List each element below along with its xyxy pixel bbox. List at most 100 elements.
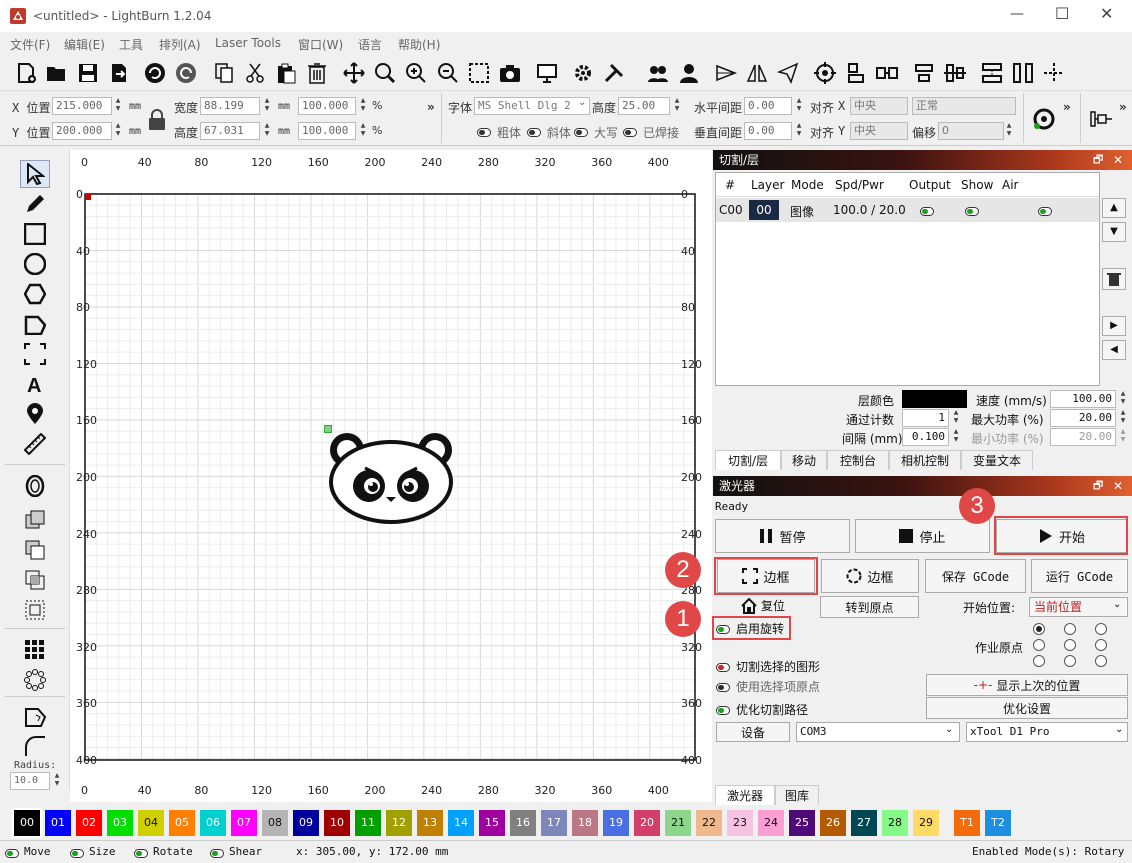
passes-input[interactable]: 1 [902, 409, 949, 427]
row-layer-swatch[interactable]: 00 [749, 200, 779, 220]
stop-button[interactable]: 停止 [855, 519, 990, 553]
open-file-icon[interactable] [44, 61, 68, 85]
circle-frame-button[interactable]: 边框 [821, 559, 919, 593]
v-spacing-spin[interactable]: ▲ ▼ [794, 122, 804, 140]
italic-toggle[interactable] [527, 125, 541, 139]
select-tool-icon[interactable] [20, 160, 50, 188]
width-input[interactable]: 88.199 [200, 97, 260, 115]
undo-icon[interactable] [143, 61, 167, 85]
pentagon-tool-icon[interactable] [20, 310, 50, 338]
h-spacing-spin[interactable]: ▲ ▼ [794, 97, 804, 115]
pause-button[interactable]: 暂停 [715, 519, 850, 553]
height-spin[interactable]: ▲ ▼ [262, 122, 272, 140]
redo-icon[interactable] [174, 61, 198, 85]
menu-tools[interactable]: 工具 [119, 36, 143, 53]
position-tool-icon[interactable] [20, 400, 50, 428]
menu-file[interactable]: 文件(F) [10, 36, 50, 53]
layer-color-swatch[interactable] [902, 390, 967, 408]
rotary-icon[interactable] [1032, 107, 1056, 131]
panda-image[interactable] [327, 430, 455, 524]
min-power-input[interactable]: 20.00 [1050, 428, 1116, 446]
origin-radio-mc[interactable] [1064, 639, 1076, 651]
expand-rotary-icon[interactable]: » [1063, 100, 1071, 114]
row-air-toggle[interactable] [1038, 204, 1052, 218]
start-from-dropdown-icon[interactable]: ⌄ [1113, 599, 1121, 610]
align-x-select[interactable]: 中央 [850, 97, 908, 115]
palette-swatch-11[interactable]: 11 [355, 810, 381, 836]
row-output-toggle[interactable] [920, 204, 934, 218]
menu-laser-tools[interactable]: Laser Tools [215, 36, 281, 50]
paste-icon[interactable] [274, 61, 298, 85]
space-h-icon[interactable] [980, 61, 1004, 85]
device-select[interactable]: xTool D1 Pro [966, 722, 1128, 742]
speed-spin[interactable]: ▲ ▼ [1118, 390, 1128, 408]
font-height-spin[interactable]: ▲ ▼ [672, 97, 682, 115]
table-row[interactable]: C00 00 图像 100.0 / 20.0 [716, 198, 1099, 222]
delete-layer-button[interactable] [1102, 268, 1126, 290]
save-gcode-button[interactable]: 保存 GCode [925, 559, 1026, 593]
height-input[interactable]: 67.031 [200, 122, 260, 140]
upper-toggle[interactable] [574, 125, 588, 139]
radius-input[interactable]: 10.0 [10, 772, 50, 790]
send-icon[interactable] [776, 61, 800, 85]
origin-radio-mr[interactable] [1095, 639, 1107, 651]
expand-props-icon[interactable]: » [427, 100, 435, 114]
scale-w-spin[interactable]: ▲ ▼ [358, 97, 368, 115]
move-down-button[interactable]: ▼ [1102, 222, 1126, 242]
x-spin[interactable]: ▲ ▼ [113, 97, 123, 115]
scale-height-input[interactable]: 100.000 [298, 122, 356, 140]
palette-swatch-10[interactable]: 10 [324, 810, 350, 836]
port-select[interactable]: COM3 [796, 722, 960, 742]
tab-library[interactable]: 图库 [775, 785, 819, 805]
palette-swatch-03[interactable]: 03 [107, 810, 133, 836]
cut-selected-toggle[interactable] [716, 660, 730, 674]
optimize-cut-toggle[interactable] [716, 703, 730, 717]
expand-right-button[interactable]: ▶ [1102, 316, 1126, 336]
boolean-union-icon[interactable] [20, 506, 50, 534]
palette-swatch-14[interactable]: 14 [448, 810, 474, 836]
palette-swatch-21[interactable]: 21 [665, 810, 691, 836]
max-power-spin[interactable]: ▲ ▼ [1118, 409, 1128, 427]
space-v-icon[interactable] [1011, 61, 1035, 85]
palette-swatch-T1[interactable]: T1 [954, 810, 980, 836]
min-power-spin[interactable]: ▲ ▼ [1118, 428, 1128, 446]
distribute-icon[interactable] [875, 61, 899, 85]
boolean-intersect-icon[interactable] [20, 566, 50, 594]
offset-input[interactable]: 0 [938, 122, 1004, 140]
align-center-icon[interactable] [912, 61, 936, 85]
settings-icon[interactable] [571, 61, 595, 85]
palette-swatch-07[interactable]: 07 [231, 810, 257, 836]
menu-edit[interactable]: 编辑(E) [64, 36, 105, 53]
row-show-toggle[interactable] [965, 204, 979, 218]
port-dropdown-icon[interactable]: ⌄ [945, 724, 953, 735]
palette-swatch-15[interactable]: 15 [479, 810, 505, 836]
font-dropdown-icon[interactable]: ⌄ [578, 97, 586, 108]
size-mode-toggle[interactable] [70, 846, 84, 859]
palette-swatch-05[interactable]: 05 [169, 810, 195, 836]
expand-extra-icon[interactable]: » [1119, 100, 1127, 114]
align-middle-icon[interactable] [943, 61, 967, 85]
menu-arrange[interactable]: 排列(A) [159, 36, 201, 53]
target-icon[interactable] [813, 61, 837, 85]
palette-swatch-22[interactable]: 22 [696, 810, 722, 836]
origin-radio-bl[interactable] [1033, 655, 1045, 667]
palette-swatch-25[interactable]: 25 [789, 810, 815, 836]
goto-origin-button[interactable]: 转到原点 [820, 596, 919, 618]
move-mode-toggle[interactable] [5, 846, 19, 859]
move-up-button[interactable]: ▲ [1102, 198, 1126, 218]
corner-radius-icon[interactable] [20, 732, 50, 760]
y-spin[interactable]: ▲ ▼ [113, 122, 123, 140]
monitor-icon[interactable] [535, 61, 559, 85]
palette-swatch-24[interactable]: 24 [758, 810, 784, 836]
lock-icon[interactable] [148, 109, 166, 131]
palette-swatch-19[interactable]: 19 [603, 810, 629, 836]
tab-console[interactable]: 控制台 [827, 450, 889, 470]
menu-window[interactable]: 窗口(W) [298, 36, 343, 53]
rectangle-tool-icon[interactable] [20, 220, 50, 248]
scale-width-input[interactable]: 100.000 [298, 97, 356, 115]
bold-toggle[interactable] [477, 125, 491, 139]
boolean-diff-icon[interactable] [20, 536, 50, 564]
palette-swatch-00[interactable]: 00 [12, 808, 42, 838]
palette-swatch-29[interactable]: 29 [913, 810, 939, 836]
zoom-in-icon[interactable] [404, 61, 428, 85]
